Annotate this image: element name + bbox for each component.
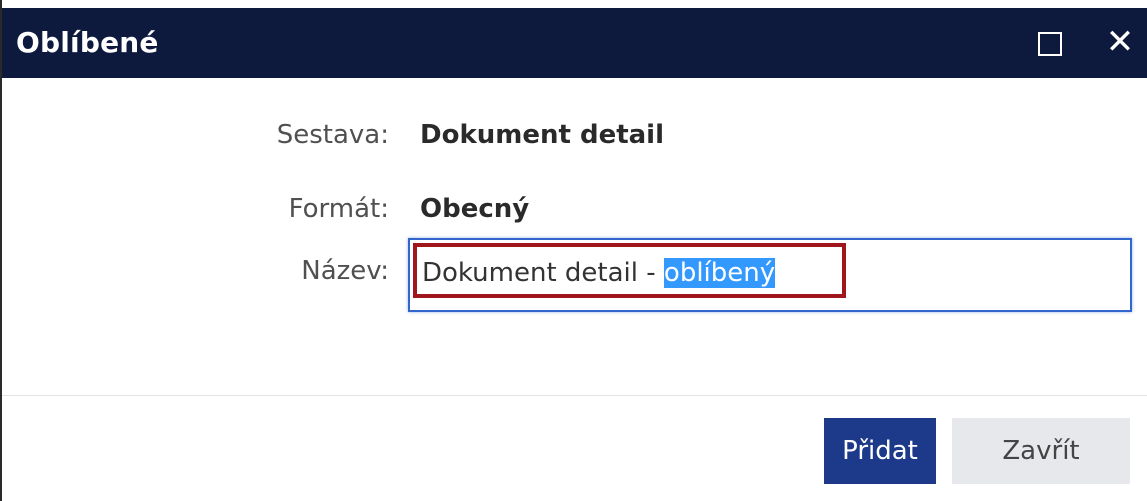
name-input[interactable]: Dokument detail - oblíbený <box>408 238 1132 312</box>
footer-divider <box>2 395 1147 396</box>
name-input-text: Dokument detail - <box>422 258 664 288</box>
report-label: Sestava: <box>276 120 389 150</box>
close-icon[interactable]: ✕ <box>1100 22 1140 62</box>
close-button[interactable]: Zavřít <box>952 418 1130 484</box>
titlebar-top-strip <box>2 0 1147 8</box>
name-input-value: Dokument detail - oblíbený <box>422 258 776 288</box>
favorites-dialog: Oblíbené ✕ Sestava: Dokument detail Form… <box>0 0 1147 501</box>
name-label: Název: <box>301 256 389 286</box>
format-value: Obecný <box>420 194 530 224</box>
maximize-button[interactable] <box>1034 28 1068 62</box>
dialog-title: Oblíbené <box>16 26 159 59</box>
maximize-icon <box>1038 32 1062 56</box>
dialog-titlebar: Oblíbené ✕ <box>2 8 1147 78</box>
add-button[interactable]: Přidat <box>824 418 936 484</box>
name-input-selected-text: oblíbený <box>663 258 776 288</box>
format-label: Formát: <box>288 194 389 224</box>
report-value: Dokument detail <box>420 120 665 150</box>
